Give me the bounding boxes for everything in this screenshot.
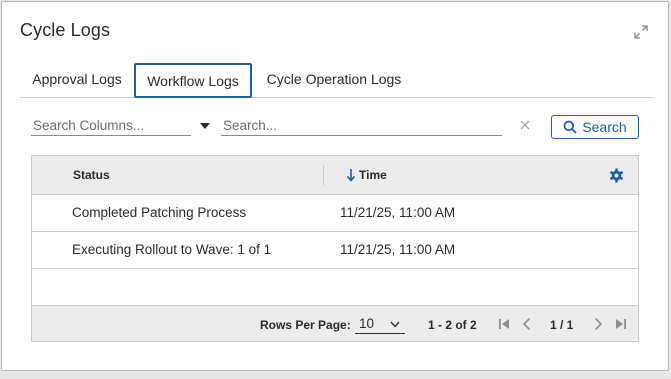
- sort-down-arrow-icon[interactable]: [346, 168, 356, 182]
- column-search-input[interactable]: [31, 116, 191, 136]
- tab-workflow-logs[interactable]: Workflow Logs: [134, 63, 252, 98]
- results-range: 1 - 2 of 2: [428, 318, 477, 332]
- first-page-icon[interactable]: [498, 317, 510, 331]
- chevron-down-icon: [390, 321, 400, 328]
- gear-icon[interactable]: [609, 168, 624, 183]
- search-button-label: Search: [582, 119, 627, 135]
- last-page-icon[interactable]: [615, 317, 627, 331]
- expand-icon[interactable]: [633, 24, 649, 40]
- rows-per-page-select[interactable]: 10: [355, 314, 405, 334]
- search-icon: [563, 120, 577, 134]
- table-header: Status Time: [32, 156, 638, 195]
- table-row[interactable]: Executing Rollout to Wave: 1 of 1 11/21/…: [32, 232, 638, 269]
- caret-down-icon[interactable]: [200, 122, 210, 130]
- workflow-logs-table: Status Time Completed Patching Process 1…: [31, 155, 639, 342]
- close-icon[interactable]: [519, 119, 531, 131]
- pagination-bar: Rows Per Page: 10 1 - 2 of 2 1 / 1: [32, 305, 638, 341]
- column-header-time[interactable]: Time: [359, 168, 387, 182]
- column-divider[interactable]: [323, 165, 324, 185]
- rows-per-page-label: Rows Per Page:: [260, 318, 351, 332]
- next-page-icon[interactable]: [592, 317, 604, 331]
- search-input[interactable]: [221, 116, 502, 136]
- time-cell: 11/21/25, 11:00 AM: [340, 242, 456, 257]
- tab-approval-logs[interactable]: Approval Logs: [20, 63, 134, 97]
- status-cell: Executing Rollout to Wave: 1 of 1: [72, 242, 272, 257]
- tab-cycle-operation-logs[interactable]: Cycle Operation Logs: [256, 63, 412, 97]
- time-cell: 11/21/25, 11:00 AM: [340, 205, 456, 220]
- page-indicator: 1 / 1: [550, 318, 574, 332]
- status-cell: Completed Patching Process: [72, 205, 247, 220]
- previous-page-icon[interactable]: [521, 317, 533, 331]
- panel-title: Cycle Logs: [20, 20, 111, 40]
- search-button[interactable]: Search: [551, 115, 639, 139]
- column-header-status[interactable]: Status: [73, 168, 110, 182]
- table-row[interactable]: Completed Patching Process 11/21/25, 11:…: [32, 195, 638, 232]
- rows-per-page-value: 10: [359, 316, 375, 331]
- log-tabs: Approval Logs Workflow Logs Cycle Operat…: [20, 63, 653, 98]
